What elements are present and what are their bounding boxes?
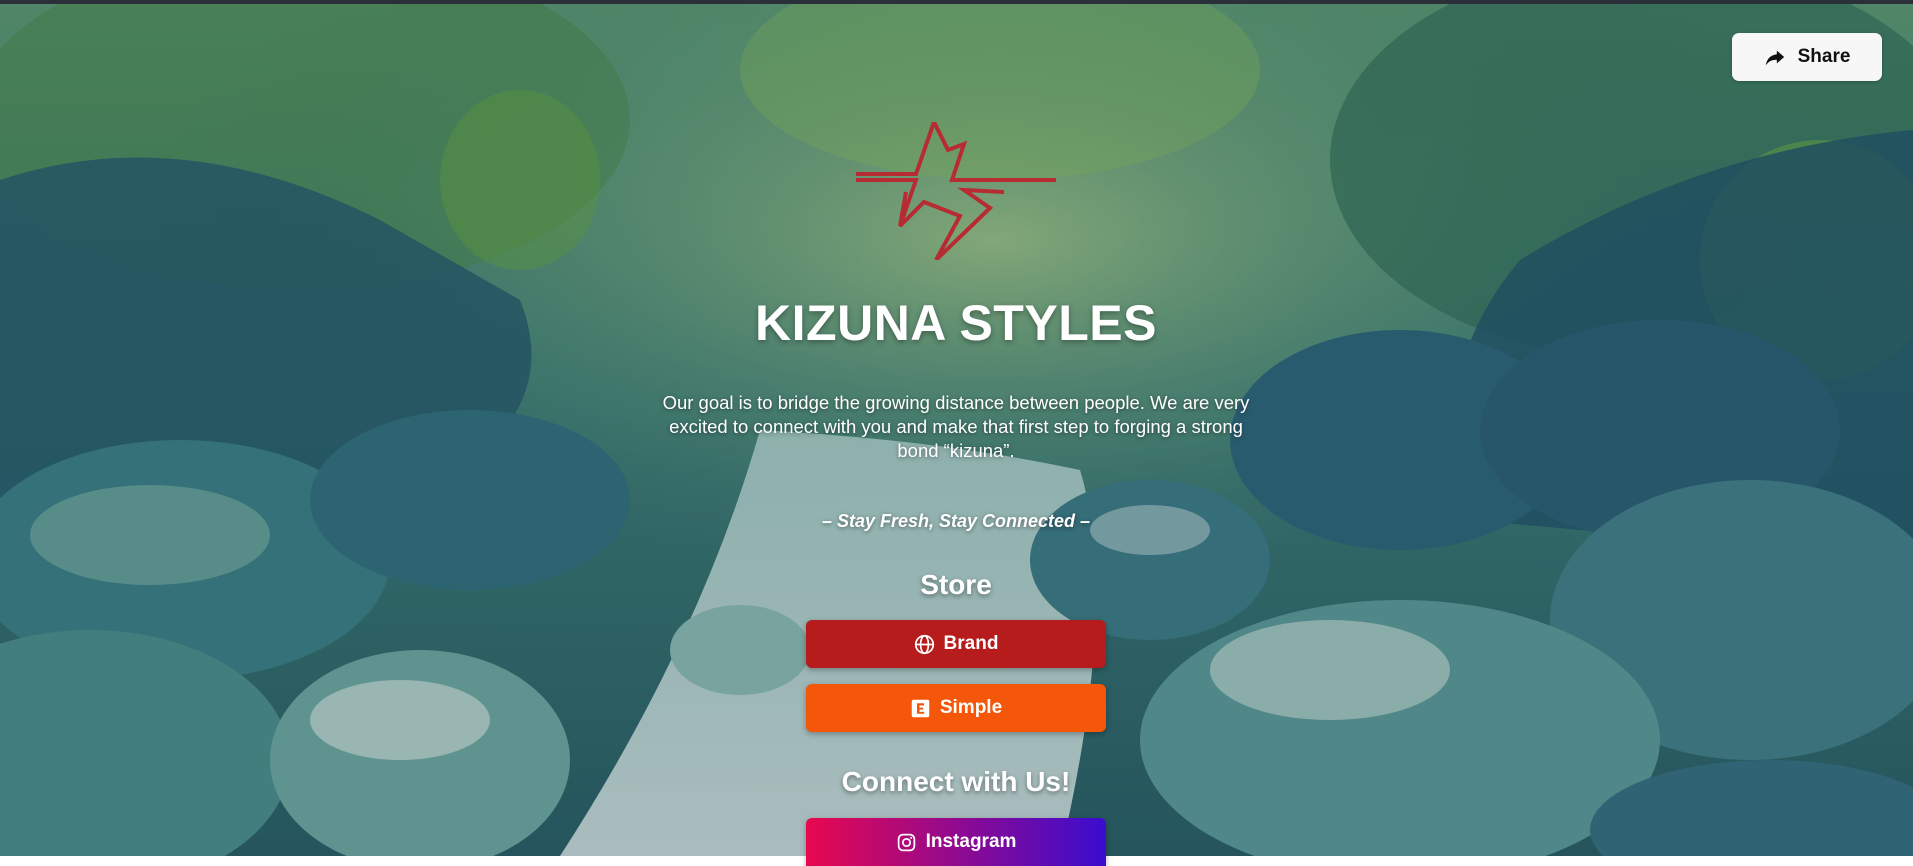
etsy-icon <box>911 699 930 717</box>
connect-heading: Connect with Us! <box>841 766 1071 797</box>
brand-link-label: Brand <box>943 633 999 654</box>
simple-link-button[interactable]: Simple <box>806 684 1106 732</box>
store-heading: Store <box>920 569 992 600</box>
globe-icon <box>914 634 934 654</box>
instagram-icon <box>897 833 915 851</box>
simple-link-label: Simple <box>939 697 1003 718</box>
instagram-link-button[interactable]: Instagram <box>806 818 1106 866</box>
instagram-link-label: Instagram <box>925 831 1017 852</box>
profile-description: Our goal is to bridge the growing distan… <box>662 392 1250 461</box>
page-title: KIZUNA STYLES <box>755 295 1157 351</box>
profile-tagline: – Stay Fresh, Stay Connected – <box>821 511 1091 531</box>
brand-link-button[interactable]: Brand <box>806 620 1106 668</box>
stylized-star-logo <box>856 122 1056 260</box>
